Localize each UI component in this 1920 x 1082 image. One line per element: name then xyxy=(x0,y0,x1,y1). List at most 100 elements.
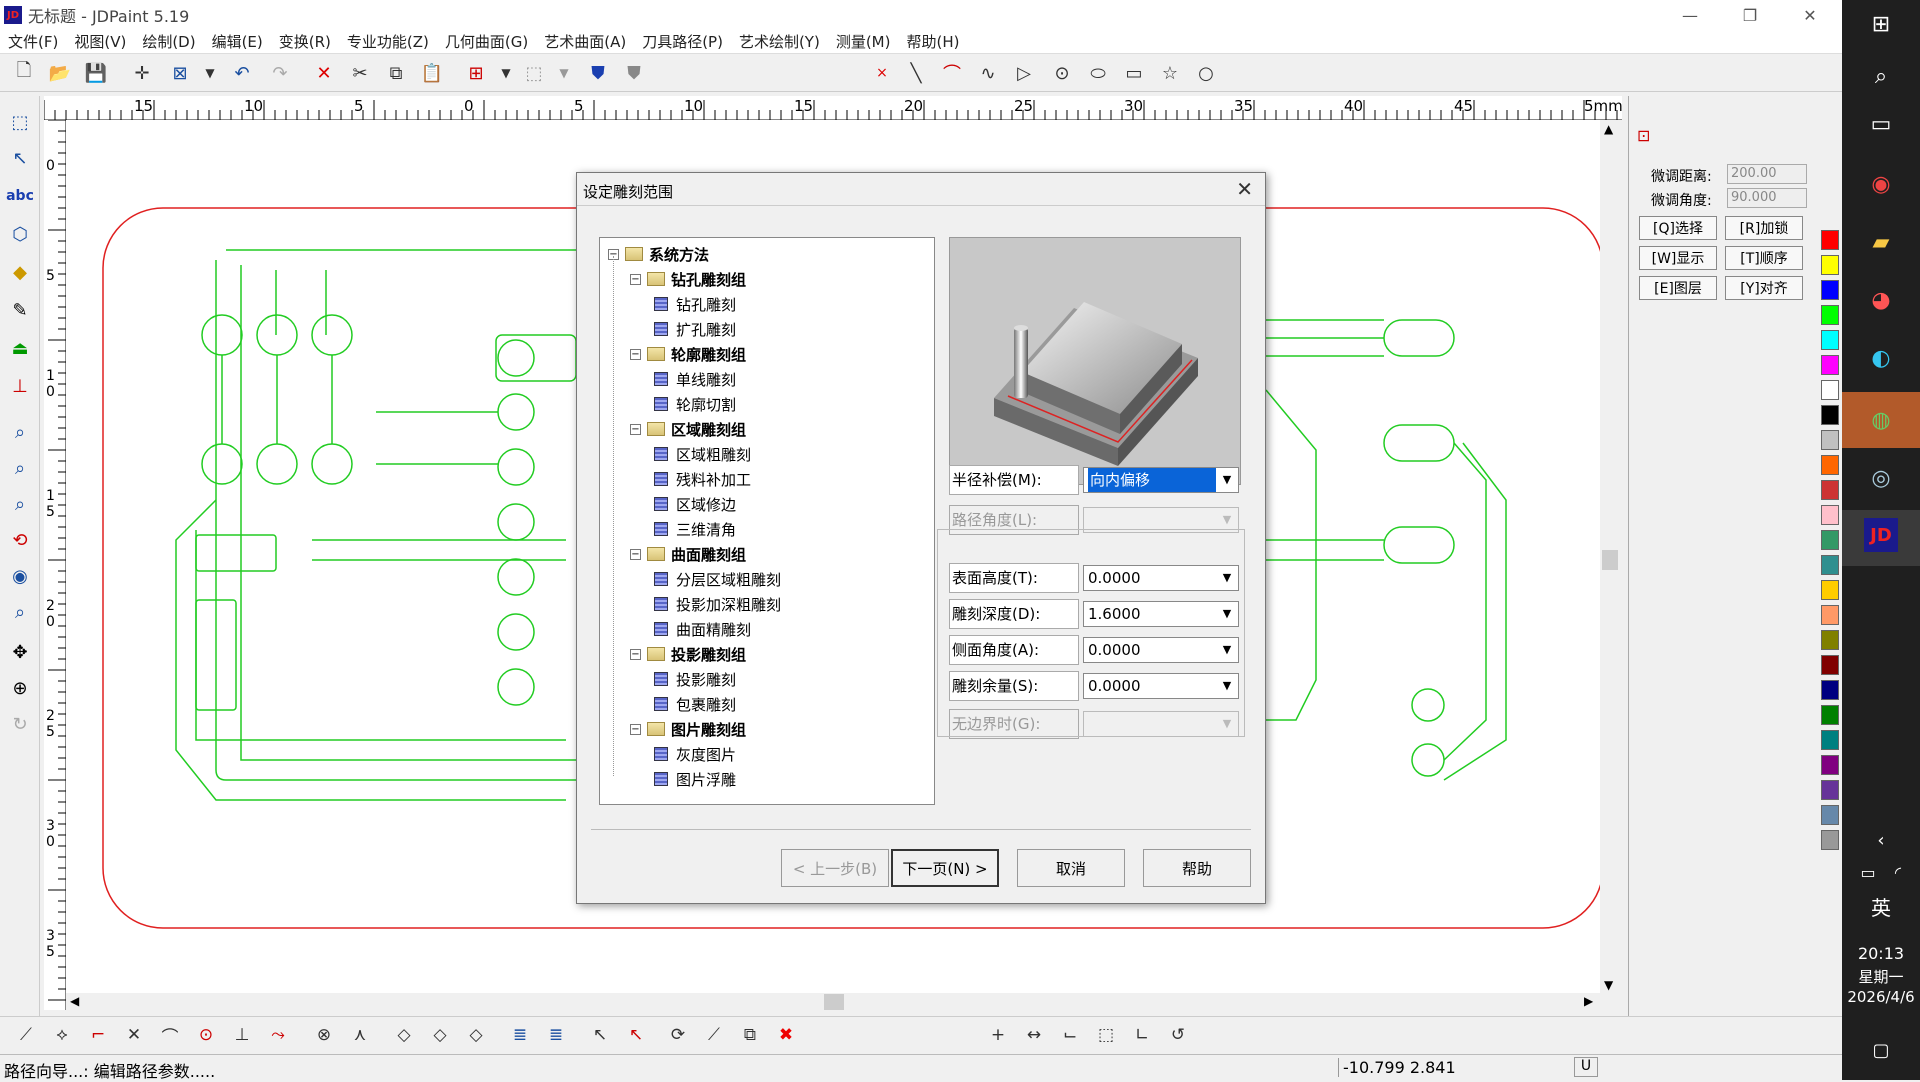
windows-start-icon[interactable]: ⊞ xyxy=(1861,4,1901,44)
collapse-icon[interactable]: − xyxy=(630,648,641,660)
offset-2-icon[interactable]: ≣ xyxy=(542,1021,570,1049)
menu-item[interactable]: 视图(V) xyxy=(66,31,134,52)
redraw-icon[interactable]: ⟲ xyxy=(6,526,34,554)
bell-tool-icon[interactable]: ⏏ xyxy=(6,334,34,362)
chamfer-icon[interactable]: ⌒ xyxy=(156,1021,184,1049)
dropdown-arrow-icon[interactable]: ▼ xyxy=(1218,568,1236,588)
menu-item[interactable]: 几何曲面(G) xyxy=(437,31,536,52)
param-combo[interactable]: 0.0000 ▼ xyxy=(1083,673,1239,699)
steam-icon[interactable]: ◎ xyxy=(1861,458,1901,498)
circle-snap-icon[interactable]: ⊙ xyxy=(192,1021,220,1049)
tree-node[interactable]: 包裹雕刻 xyxy=(654,692,736,716)
node-icon[interactable]: ⊗ xyxy=(310,1021,338,1049)
color-swatch[interactable] xyxy=(1821,705,1839,725)
dropdown-arrow-icon[interactable]: ▼ xyxy=(1218,676,1236,696)
param-combo[interactable]: 0.0000 ▼ xyxy=(1083,565,1239,591)
line-icon[interactable]: ╲ xyxy=(902,59,930,87)
tree-node[interactable]: 灰度图片 xyxy=(654,742,736,766)
color-swatch[interactable] xyxy=(1821,380,1839,400)
color-swatch[interactable] xyxy=(1821,655,1839,675)
transform-panel-icon[interactable]: ⊡ xyxy=(1637,126,1655,145)
paste-icon[interactable]: 📋 xyxy=(418,59,446,87)
color-swatch[interactable] xyxy=(1821,605,1839,625)
horizontal-scrollbar[interactable]: ◀ ▶ xyxy=(66,993,1606,1011)
zoom-window-icon[interactable]: ⌕ xyxy=(6,418,34,446)
tree-node[interactable]: − 钻孔雕刻组 xyxy=(630,267,746,291)
zoom-realtime-icon[interactable]: ⊕ xyxy=(6,674,34,702)
jdpaint-taskbar-icon[interactable]: JD xyxy=(1864,518,1898,552)
menu-item[interactable]: 绘制(D) xyxy=(134,31,203,52)
circle-center-icon[interactable]: ⊙ xyxy=(1048,59,1076,87)
color-swatch[interactable] xyxy=(1821,630,1839,650)
redo-icon[interactable]: ↷ xyxy=(266,59,294,87)
prev-step-button[interactable]: < 上一步(B) xyxy=(781,849,889,887)
menu-item[interactable]: 编辑(E) xyxy=(204,31,271,52)
color-swatch[interactable] xyxy=(1821,780,1839,800)
rotate-node-icon[interactable]: ↺ xyxy=(1164,1021,1192,1049)
notification-icon[interactable]: ▢ xyxy=(1861,1030,1901,1070)
clear-icon[interactable]: ✖ xyxy=(772,1021,800,1049)
ellipse-icon[interactable]: ⬭ xyxy=(1084,59,1112,87)
tree-node[interactable]: 图片浮雕 xyxy=(654,767,736,791)
lock-button[interactable]: [R]加锁 xyxy=(1725,216,1803,240)
tree-node[interactable]: − 图片雕刻组 xyxy=(630,717,746,741)
zoom-all-icon[interactable]: ⌕ xyxy=(6,598,34,626)
delete-icon[interactable]: ✕ xyxy=(310,59,338,87)
horizontal-scroll-thumb[interactable] xyxy=(824,994,844,1010)
color-swatch[interactable] xyxy=(1821,755,1839,775)
color-swatch[interactable] xyxy=(1821,255,1839,275)
star-icon[interactable]: ☆ xyxy=(1156,59,1184,87)
split-node-icon[interactable]: ⧉ xyxy=(736,1021,764,1049)
param-combo[interactable]: 1.6000 ▼ xyxy=(1083,601,1239,627)
dropdown-arrow-icon[interactable]: ▼ xyxy=(1218,714,1236,734)
measure-distance-icon[interactable]: ↔ xyxy=(1020,1021,1048,1049)
order-button[interactable]: [T]顺序 xyxy=(1725,246,1803,270)
vertical-scrollbar[interactable]: ▲ ▼ xyxy=(1600,120,1620,1000)
corner-icon[interactable]: ⌙ xyxy=(1056,1021,1084,1049)
layer-button[interactable]: [E]图层 xyxy=(1639,276,1717,300)
menu-item[interactable]: 测量(M) xyxy=(828,31,899,52)
clock-date[interactable]: 2026/4/6 xyxy=(1842,988,1920,1006)
extend-icon[interactable]: ⟋ xyxy=(12,1021,40,1049)
dropdown-arrow-icon[interactable]: ▼ xyxy=(196,59,224,87)
grid-snap-icon[interactable]: ⊞ xyxy=(462,59,490,87)
snap-dropdown-icon[interactable]: ▼ xyxy=(492,59,520,87)
fine-distance-field[interactable]: 200.00 xyxy=(1727,164,1807,184)
tree-node[interactable]: − 轮廓雕刻组 xyxy=(630,342,746,366)
arc-icon[interactable]: ⌒ xyxy=(938,59,966,87)
intersection-icon[interactable]: ⋏ xyxy=(346,1021,374,1049)
scroll-down-icon[interactable]: ▼ xyxy=(1604,978,1613,992)
crosshair-icon[interactable]: ✛ xyxy=(128,59,156,87)
param-combo[interactable]: ▼ xyxy=(1083,711,1239,737)
rotate-view-icon[interactable]: ↻ xyxy=(6,710,34,738)
scroll-left-icon[interactable]: ◀ xyxy=(70,994,79,1008)
tree-node[interactable]: 投影雕刻 xyxy=(654,667,736,691)
collapse-icon[interactable]: − xyxy=(630,348,641,360)
tree-node[interactable]: − 系统方法 xyxy=(608,242,709,266)
dimension-tool-icon[interactable]: ⊥ xyxy=(6,372,34,400)
copy-icon[interactable]: ⧉ xyxy=(382,59,410,87)
color-swatch[interactable] xyxy=(1821,455,1839,475)
tree-node[interactable]: 投影加深粗雕刻 xyxy=(654,592,781,616)
color-swatch[interactable] xyxy=(1821,680,1839,700)
color-swatch[interactable] xyxy=(1821,805,1839,825)
tangent-icon[interactable]: ⤳ xyxy=(264,1021,292,1049)
color-swatch[interactable] xyxy=(1821,530,1839,550)
trim-icon[interactable]: ⟡ xyxy=(48,1021,76,1049)
vertical-scroll-thumb[interactable] xyxy=(1602,550,1618,570)
polyline-icon[interactable]: ▷ xyxy=(1010,59,1038,87)
save-icon[interactable]: 💾 xyxy=(82,59,110,87)
scroll-right-icon[interactable]: ▶ xyxy=(1584,994,1593,1008)
collapse-icon[interactable]: − xyxy=(630,548,641,560)
chrome-icon[interactable]: ◉ xyxy=(1861,164,1901,204)
clock-time[interactable]: 20:13 xyxy=(1842,944,1920,963)
spline-icon[interactable]: ∿ xyxy=(974,59,1002,87)
color-swatch[interactable] xyxy=(1821,505,1839,525)
color-swatch[interactable] xyxy=(1821,730,1839,750)
polygon-tool-icon[interactable]: ⬡ xyxy=(6,220,34,248)
tree-node[interactable]: − 投影雕刻组 xyxy=(630,642,746,666)
tree-node[interactable]: 扩孔雕刻 xyxy=(654,317,736,341)
shield-blue-icon[interactable]: ⛊ xyxy=(584,59,612,87)
undo-icon[interactable]: ↶ xyxy=(228,59,256,87)
dropdown-arrow-icon[interactable]: ▼ xyxy=(1218,640,1236,660)
